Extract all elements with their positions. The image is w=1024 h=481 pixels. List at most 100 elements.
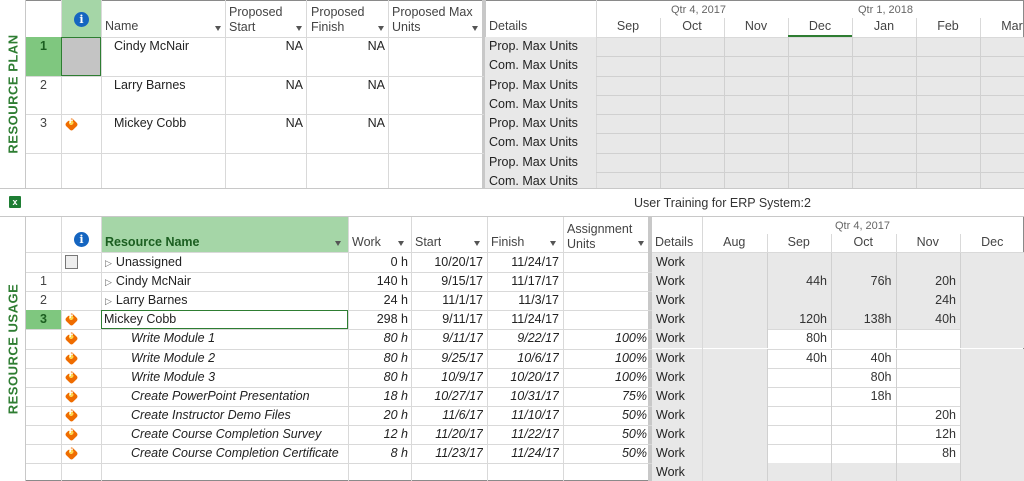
proposed-max-units-column-header[interactable]: Proposed Max Units	[392, 5, 482, 35]
start-column-header[interactable]: Start	[415, 235, 441, 249]
work-value[interactable]: 0 h	[352, 255, 408, 269]
proposed-finish-value[interactable]: NA	[311, 78, 385, 92]
finish-value[interactable]: 11/3/17	[491, 293, 559, 307]
timescale-cell[interactable]	[703, 444, 767, 464]
assignment-units-value[interactable]: 100%	[567, 331, 647, 345]
work-value[interactable]: 80 h	[352, 331, 408, 345]
name-column-dropdown[interactable]	[215, 26, 221, 31]
proposed-start-value[interactable]: NA	[229, 39, 303, 53]
name-column-header[interactable]: Name	[105, 19, 220, 33]
row-number[interactable]: 3	[26, 114, 61, 133]
timescale-cell[interactable]	[961, 329, 1024, 349]
assignment-units-value[interactable]: 50%	[567, 427, 647, 441]
resource-name[interactable]: Mickey Cobb	[104, 312, 344, 326]
row-number[interactable]	[26, 463, 61, 481]
finish-value[interactable]: 11/24/17	[491, 312, 559, 326]
row-number[interactable]	[26, 387, 61, 406]
work-value[interactable]: 20 h	[352, 408, 408, 422]
proposed-start-value[interactable]: NA	[229, 78, 303, 92]
finish-value[interactable]: 10/20/17	[491, 370, 559, 384]
timescale-value[interactable]: 76h	[831, 274, 892, 288]
timescale-cell[interactable]	[832, 406, 896, 425]
start-value[interactable]: 11/1/17	[415, 293, 483, 307]
timescale-value[interactable]: 8h	[896, 446, 956, 460]
assignment-units-value[interactable]: 50%	[567, 408, 647, 422]
row-number[interactable]	[26, 444, 61, 463]
timescale-cell[interactable]	[961, 405, 1024, 425]
start-value[interactable]: 11/6/17	[415, 408, 483, 422]
timescale-cell[interactable]	[767, 463, 831, 481]
proposed-finish-column-header-dropdown[interactable]	[378, 26, 384, 31]
resource-name[interactable]: ▷ Larry Barnes	[105, 293, 344, 307]
timescale-cell[interactable]	[961, 444, 1024, 464]
work-value[interactable]: 24 h	[352, 293, 408, 307]
row-number[interactable]	[26, 368, 61, 387]
work-value[interactable]: 80 h	[352, 351, 408, 365]
timescale-cell[interactable]	[767, 291, 831, 311]
resource-name[interactable]: Create Instructor Demo Files	[131, 408, 344, 422]
timescale-cell[interactable]	[768, 406, 832, 425]
resource-name[interactable]: Write Module 1	[131, 331, 344, 345]
timescale-cell[interactable]	[961, 424, 1024, 444]
resource-name[interactable]: Write Module 3	[131, 370, 344, 384]
row-number[interactable]	[26, 425, 61, 444]
timescale-cell[interactable]	[961, 310, 1024, 330]
timescale-cell[interactable]	[961, 386, 1024, 406]
finish-value[interactable]: 9/22/17	[491, 331, 559, 345]
timescale-cell[interactable]	[768, 387, 832, 406]
timescale-cell[interactable]	[703, 348, 767, 368]
row-number[interactable]	[26, 153, 61, 172]
resource-usage-view[interactable]: i Resource Name Work Start Finish Assignment …	[26, 217, 1024, 481]
details-column-header[interactable]: Details	[489, 19, 527, 33]
timescale-cell[interactable]	[703, 405, 767, 425]
assignment-units-dropdown[interactable]	[638, 241, 644, 246]
timescale-cell[interactable]	[896, 463, 960, 481]
timescale-cell[interactable]	[832, 425, 896, 444]
proposed-finish-value[interactable]: NA	[311, 39, 385, 53]
resource-name[interactable]: ▷ Unassigned	[105, 255, 344, 269]
row-number[interactable]: 2	[26, 291, 61, 310]
work-value[interactable]: 18 h	[352, 389, 408, 403]
start-value[interactable]: 9/11/17	[415, 312, 483, 326]
work-column-header[interactable]: Work	[352, 235, 381, 249]
details-column-header[interactable]: Details	[655, 235, 693, 249]
timescale-cell[interactable]	[961, 348, 1024, 368]
resource-name[interactable]: Create Course Completion Survey	[131, 427, 344, 441]
work-value[interactable]: 12 h	[352, 427, 408, 441]
row-number[interactable]: 1	[26, 37, 61, 76]
start-value[interactable]: 11/23/17	[415, 446, 483, 460]
timescale-cell[interactable]	[961, 367, 1024, 387]
resource-name[interactable]: Write Module 2	[131, 351, 344, 365]
timescale-value[interactable]: 40h	[767, 351, 827, 365]
timescale-cell[interactable]	[703, 463, 767, 481]
timescale-cell[interactable]	[768, 444, 832, 463]
row-number[interactable]: 1	[26, 272, 61, 291]
timescale-cell[interactable]	[897, 387, 961, 406]
timescale-cell[interactable]	[897, 368, 961, 387]
row-number[interactable]	[26, 349, 61, 368]
proposed-finish-column-header[interactable]: Proposed Finish	[311, 5, 385, 35]
timescale-cell[interactable]	[703, 424, 767, 444]
timescale-value[interactable]: 40h	[896, 312, 956, 326]
resource-name-dropdown[interactable]	[335, 241, 341, 246]
assignment-units-column-header[interactable]: Assignment Units	[567, 222, 642, 252]
resource-plan-view[interactable]: i Name Proposed Start Proposed Finish Propos…	[26, 0, 1024, 192]
finish-value[interactable]: 11/10/17	[491, 408, 559, 422]
timescale-cell[interactable]	[832, 444, 896, 463]
timescale-value[interactable]: 24h	[896, 293, 956, 307]
timescale-value[interactable]: 138h	[831, 312, 892, 326]
finish-value[interactable]: 10/6/17	[491, 351, 559, 365]
start-value[interactable]: 9/11/17	[415, 331, 483, 345]
start-value[interactable]: 9/15/17	[415, 274, 483, 288]
start-column-header-dropdown[interactable]	[474, 241, 480, 246]
start-value[interactable]: 10/20/17	[415, 255, 483, 269]
finish-value[interactable]: 11/22/17	[491, 427, 559, 441]
resource-name[interactable]: Larry Barnes	[114, 78, 222, 92]
timescale-value[interactable]: 12h	[896, 427, 956, 441]
timescale-value[interactable]: 80h	[767, 331, 827, 345]
timescale-cell[interactable]	[703, 386, 767, 406]
resource-name[interactable]: Create Course Completion Certificate	[131, 446, 344, 460]
timescale-value[interactable]: 40h	[831, 351, 892, 365]
timescale-cell[interactable]	[832, 291, 896, 311]
timescale-value[interactable]: 44h	[767, 274, 827, 288]
